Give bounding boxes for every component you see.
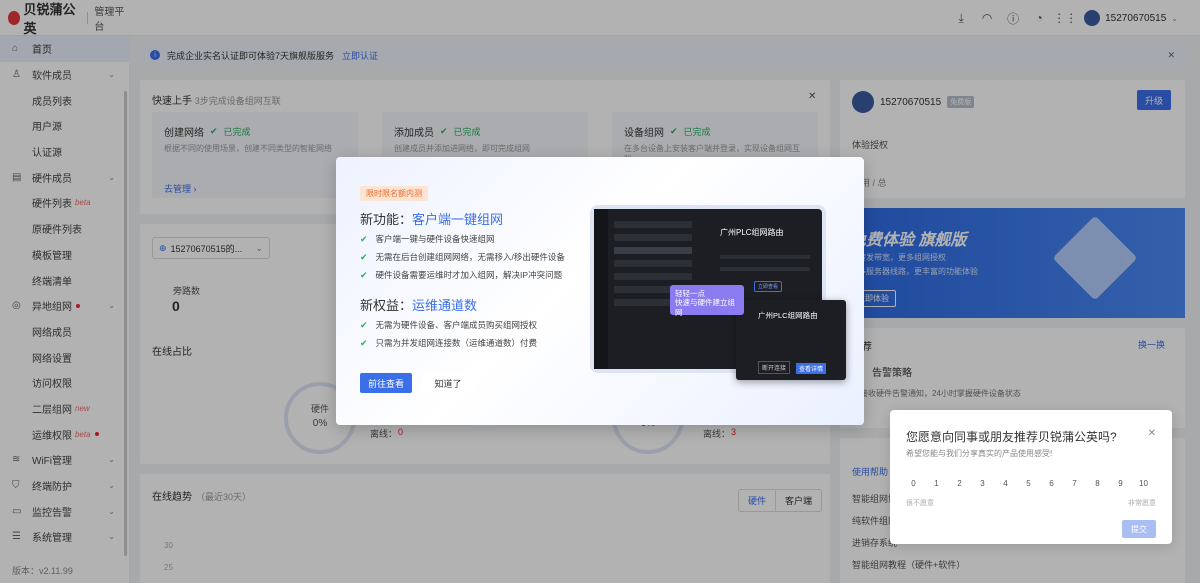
beta-tag: 限时限名额内测: [360, 186, 428, 201]
feature-point-text: 客户端一键与硬件设备快速组网: [375, 234, 495, 244]
score-option[interactable]: 3: [973, 474, 992, 492]
feature-point: ✔ 无需在后台创建组网网络，无需移入/移出硬件设备: [360, 251, 565, 263]
preview-row: [614, 260, 692, 267]
score-option[interactable]: 1: [927, 474, 946, 492]
score-options: 0 1 2 3 4 5 6 7 8 9 10: [904, 474, 1153, 492]
score-option[interactable]: 7: [1065, 474, 1084, 492]
tooltip-line: 快速与硬件建立组网: [675, 298, 735, 317]
preview-row: [614, 247, 692, 254]
survey-title: 您愿意向同事或朋友推荐贝锐蒲公英吗?: [906, 430, 1117, 444]
preview-row: [614, 221, 692, 228]
feature-point: ✔ 硬件设备需要运维时才加入组网，解决IP冲突问题: [360, 269, 562, 281]
preview-tooltip: 轻轻一点 快速与硬件建立组网: [670, 285, 744, 317]
feature-point-text: 无需在后台创建组网网络，无需移入/移出硬件设备: [375, 252, 565, 262]
preview-row: [614, 234, 692, 241]
preview-field: [720, 255, 810, 259]
preview-detail-button: 查看详情: [796, 363, 827, 374]
submit-button[interactable]: 提交: [1122, 520, 1156, 538]
got-it-button[interactable]: 知道了: [422, 373, 474, 393]
preview-title: 广州PLC组网路由: [720, 228, 784, 237]
survey-subtitle: 希望您能与我们分享真实的产品使用感受!: [906, 449, 1053, 458]
benefit-heading: 新权益：运维通道数: [360, 295, 477, 314]
benefit-point: ✔ 无需为硬件设备、客户端成员购买组网授权: [360, 319, 537, 331]
benefit-prefix: 新权益：: [360, 298, 413, 313]
preview-sidebar: [594, 209, 608, 369]
go-view-button[interactable]: 前往查看: [360, 373, 412, 393]
score-option[interactable]: 5: [1019, 474, 1038, 492]
check-icon: ✔: [360, 233, 368, 244]
score-option[interactable]: 0: [904, 474, 923, 492]
score-option[interactable]: 2: [950, 474, 969, 492]
check-icon: ✔: [360, 319, 368, 330]
scale-low-label: 很不愿意: [906, 500, 934, 507]
check-icon: ✔: [360, 269, 368, 280]
score-option[interactable]: 9: [1111, 474, 1130, 492]
feature-heading: 新功能：客户端一键组网: [360, 209, 503, 228]
feature-point-text: 硬件设备需要运维时才加入组网，解决IP冲突问题: [375, 270, 563, 280]
feature-point: ✔ 客户端一键与硬件设备快速组网: [360, 233, 495, 245]
check-icon: ✔: [360, 337, 368, 348]
scale-high-label: 非常愿意: [1128, 500, 1156, 507]
score-option[interactable]: 4: [996, 474, 1015, 492]
benefit-name: 运维通道数: [412, 298, 478, 313]
preview-field: [720, 267, 810, 271]
preview-popup: 广州PLC组网路由 断开连接 查看详情: [736, 300, 846, 380]
benefit-point-text: 无需为硬件设备、客户端成员购买组网授权: [375, 320, 538, 330]
preview-chip: 立即查看: [754, 281, 783, 292]
close-icon[interactable]: ✕: [1148, 428, 1156, 439]
tooltip-line: 轻轻一点: [675, 289, 705, 298]
preview-row: [614, 273, 692, 280]
score-option[interactable]: 10: [1134, 474, 1153, 492]
feature-name: 客户端一键组网: [412, 212, 504, 227]
check-icon: ✔: [360, 251, 368, 262]
feature-prefix: 新功能：: [360, 212, 413, 227]
score-option[interactable]: 6: [1042, 474, 1061, 492]
feature-modal: 限时限名额内测 新功能：客户端一键组网 ✔ 客户端一键与硬件设备快速组网 ✔ 无需在…: [336, 157, 864, 425]
score-option[interactable]: 8: [1088, 474, 1107, 492]
preview-disconnect-button: 断开连接: [758, 361, 791, 374]
preview-popup-title: 广州PLC组网路由: [758, 311, 818, 320]
benefit-point: ✔ 只需为并发组网连接数（运维通道数）付费: [360, 337, 537, 349]
nps-survey: 您愿意向同事或朋友推荐贝锐蒲公英吗? ✕ 希望您能与我们分享真实的产品使用感受!…: [890, 410, 1172, 544]
benefit-point-text: 只需为并发组网连接数（运维通道数）付费: [375, 338, 538, 348]
